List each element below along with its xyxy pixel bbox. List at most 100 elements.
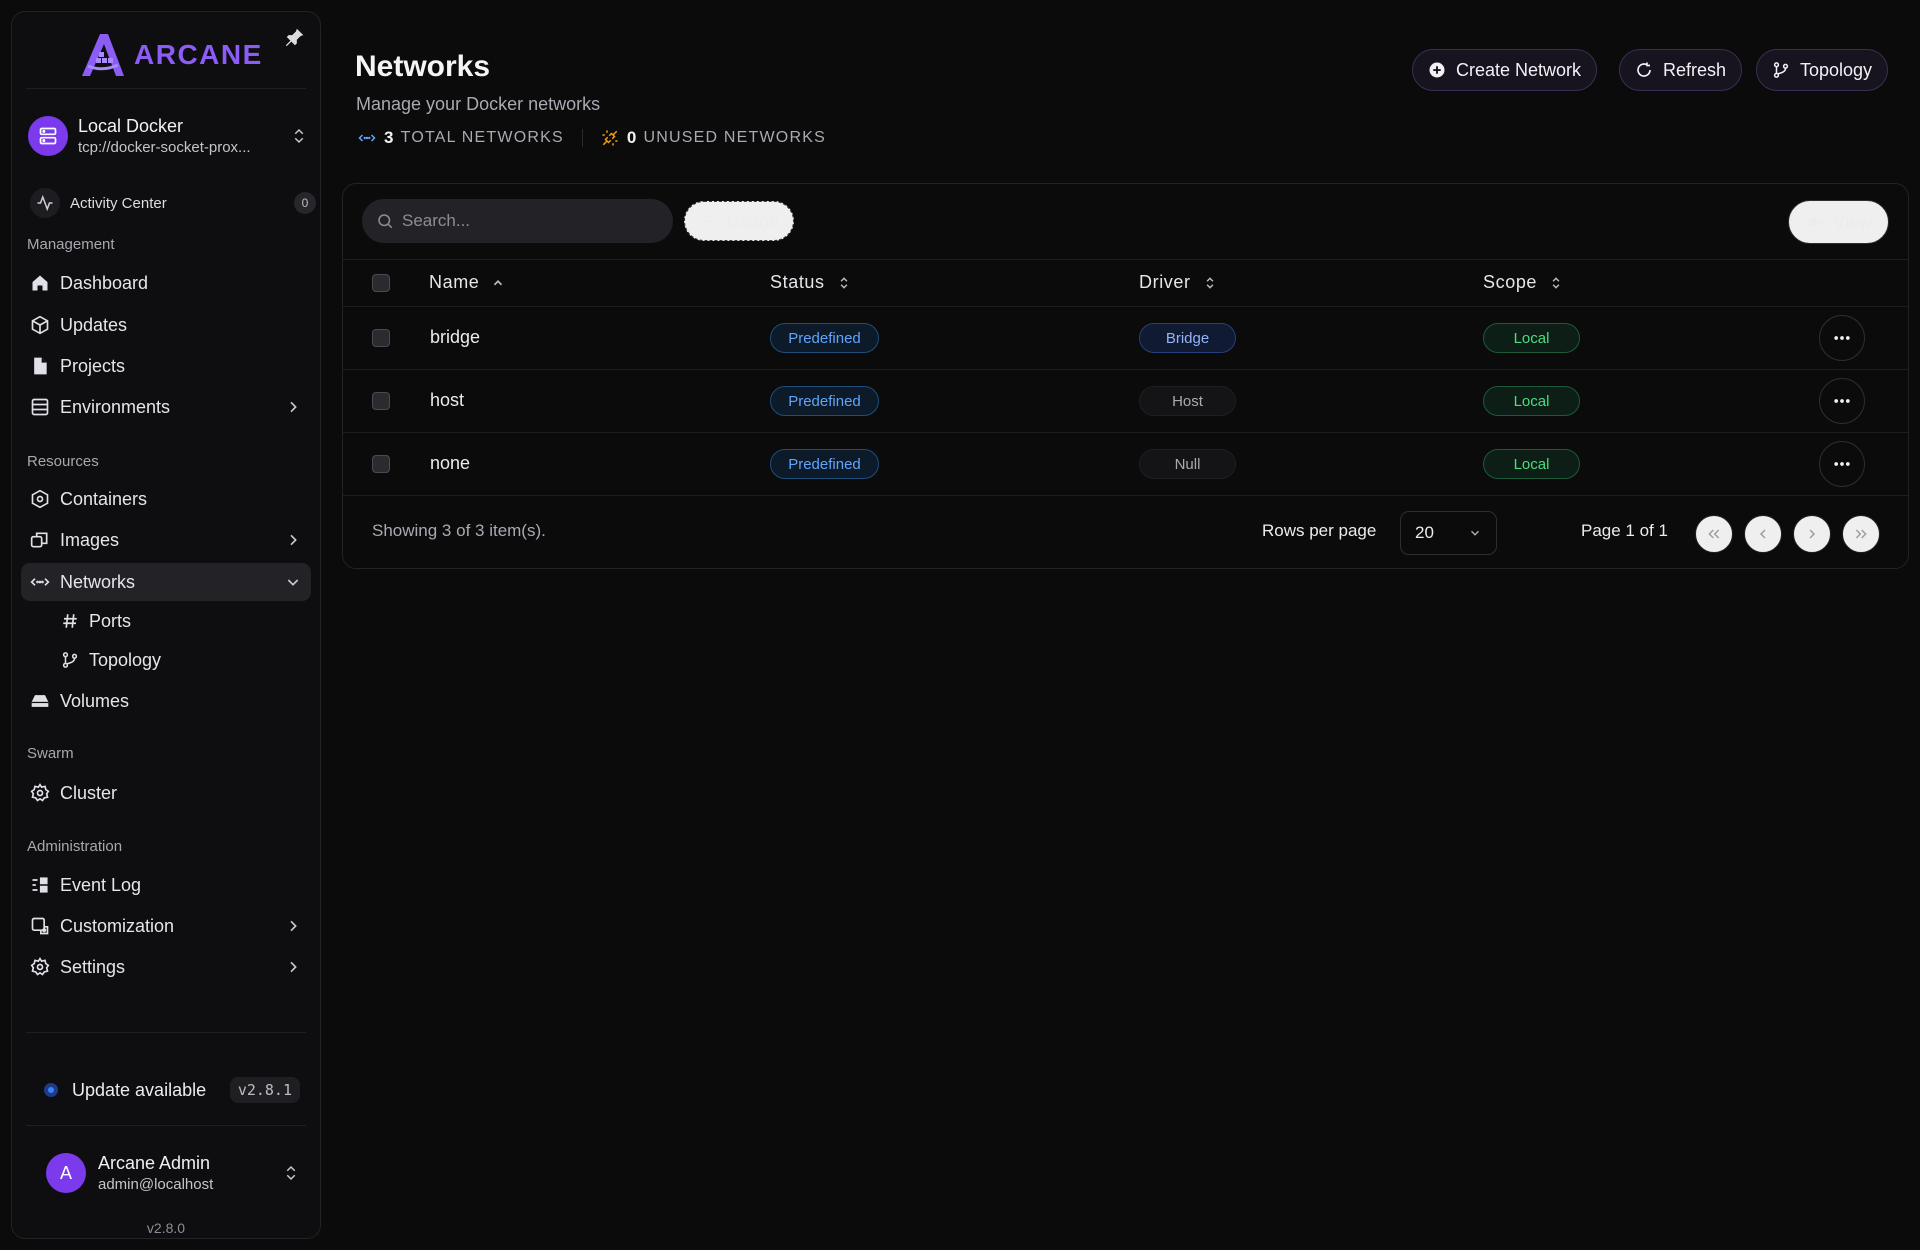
app-logo[interactable]: ARCANE (78, 32, 263, 78)
update-version-badge: v2.8.1 (229, 1077, 300, 1103)
sidebar-item-images[interactable]: Images (21, 521, 311, 559)
user-menu[interactable]: A Arcane Admin admin@localhost (46, 1150, 306, 1196)
app-logo-text: ARCANE (134, 39, 263, 70)
row-checkbox[interactable] (372, 392, 390, 410)
sidebar-item-event-log[interactable]: Event Log (21, 866, 311, 904)
chevron-right-icon (285, 918, 301, 934)
avatar: A (46, 1153, 86, 1193)
sidebar-item-updates[interactable]: Updates (21, 306, 311, 344)
more-horizontal-icon (1832, 391, 1852, 411)
sidebar-item-label: Images (60, 529, 120, 550)
create-network-label: Create Network (1456, 59, 1582, 80)
last-page-button[interactable] (1842, 515, 1880, 553)
sidebar-item-settings[interactable]: Settings (21, 948, 311, 986)
sidebar-item-customization[interactable]: Customization (21, 907, 311, 945)
row-actions-button[interactable] (1819, 378, 1865, 424)
stat-total-networks: 3 TOTAL NETWORKS (358, 128, 564, 148)
showing-count: Showing 3 of 3 item(s). (372, 521, 546, 540)
column-header-status[interactable]: Status (770, 272, 851, 293)
update-available-notice[interactable]: Update available v2.8.1 (44, 1064, 300, 1116)
sidebar-item-label: Environments (60, 396, 171, 417)
eye-icon (1805, 213, 1823, 231)
sidebar-item-projects[interactable]: Projects (21, 347, 311, 385)
network-name[interactable]: bridge (430, 327, 480, 348)
view-options-label: View (1833, 211, 1872, 232)
column-label: Name (429, 272, 480, 292)
column-header-scope[interactable]: Scope (1483, 272, 1563, 293)
search-box[interactable] (362, 199, 673, 243)
scope-badge: Local (1483, 449, 1580, 479)
stat-unused-label: UNUSED NETWORKS (643, 129, 826, 146)
sidebar-item-label: Volumes (60, 690, 130, 711)
activity-center[interactable]: Activity Center 0 (30, 188, 316, 218)
server-icon (28, 116, 68, 156)
package-icon (30, 315, 50, 335)
usage-filter-button[interactable]: Usage (684, 201, 795, 241)
section-label-administration: Administration (27, 838, 123, 855)
page-subtitle: Manage your Docker networks (356, 94, 601, 114)
column-header-driver[interactable]: Driver (1139, 272, 1217, 293)
status-badge: Predefined (770, 323, 879, 353)
chevron-right-icon (285, 532, 301, 548)
row-actions-button[interactable] (1819, 315, 1865, 361)
page-title: Networks (355, 50, 491, 83)
sidebar-item-networks[interactable]: Networks (21, 563, 311, 601)
search-input[interactable] (402, 211, 642, 231)
sidebar-item-label: Customization (60, 915, 175, 936)
refresh-icon (1635, 61, 1653, 79)
sidebar-item-ports[interactable]: Ports (61, 604, 131, 638)
logs-icon (30, 875, 50, 895)
gear-icon (30, 783, 50, 803)
rows-per-page-value: 20 (1415, 523, 1434, 542)
next-page-button[interactable] (1793, 515, 1831, 553)
sidebar-item-label: Containers (60, 488, 148, 509)
chevron-right-icon (285, 399, 301, 415)
network-name[interactable]: host (430, 390, 464, 411)
divider (26, 1125, 306, 1126)
column-header-name[interactable]: Name (429, 272, 505, 293)
usage-filter-label: Usage (727, 210, 780, 231)
plus-circle-icon (1428, 61, 1446, 79)
previous-page-button[interactable] (1744, 515, 1782, 553)
table-row[interactable]: none Predefined Null Local (343, 433, 1908, 496)
pin-icon[interactable] (284, 26, 306, 48)
sidebar-item-cluster[interactable]: Cluster (21, 774, 311, 812)
unplug-icon (601, 129, 619, 147)
sidebar-item-label: Dashboard (60, 272, 149, 293)
row-checkbox[interactable] (372, 455, 390, 473)
select-all-checkbox[interactable] (372, 274, 390, 292)
sidebar-item-topology[interactable]: Topology (61, 643, 161, 677)
first-page-button[interactable] (1695, 515, 1733, 553)
chevrons-left-icon (1706, 526, 1722, 542)
sidebar-item-label: Topology (89, 649, 162, 670)
network-name[interactable]: none (430, 453, 470, 474)
chevrons-up-down-icon (290, 127, 308, 145)
home-icon (30, 273, 50, 293)
sidebar-item-volumes[interactable]: Volumes (21, 682, 311, 720)
row-actions-button[interactable] (1819, 441, 1865, 487)
table-header: Name Status Driver Scope (343, 259, 1908, 307)
sidebar-item-environments[interactable]: Environments (21, 388, 311, 426)
table-row[interactable]: bridge Predefined Bridge Local (343, 307, 1908, 370)
refresh-button[interactable]: Refresh (1619, 49, 1743, 91)
topology-button[interactable]: Topology (1756, 49, 1889, 91)
table-row[interactable]: host Predefined Host Local (343, 370, 1908, 433)
sidebar-item-containers[interactable]: Containers (21, 480, 311, 518)
driver-badge: Bridge (1139, 323, 1236, 353)
environment-switcher[interactable]: Local Docker tcp://docker-socket-prox... (28, 106, 308, 166)
column-label: Driver (1139, 272, 1191, 292)
stat-total-label: TOTAL NETWORKS (400, 129, 564, 146)
chevron-right-icon (285, 959, 301, 975)
sort-ascending-icon (491, 276, 505, 290)
sidebar-item-dashboard[interactable]: Dashboard (21, 264, 311, 302)
topology-label: Topology (1800, 59, 1873, 80)
git-branch-icon (1772, 61, 1790, 79)
row-checkbox[interactable] (372, 329, 390, 347)
rows-per-page-select[interactable]: 20 (1400, 511, 1497, 555)
view-options-button[interactable]: View (1788, 200, 1889, 244)
container-icon (30, 489, 50, 509)
sidebar-item-label: Networks (60, 571, 136, 592)
chevron-down-icon (1468, 526, 1482, 540)
create-network-button[interactable]: Create Network (1412, 49, 1598, 91)
page-indicator: Page 1 of 1 (1581, 521, 1668, 540)
